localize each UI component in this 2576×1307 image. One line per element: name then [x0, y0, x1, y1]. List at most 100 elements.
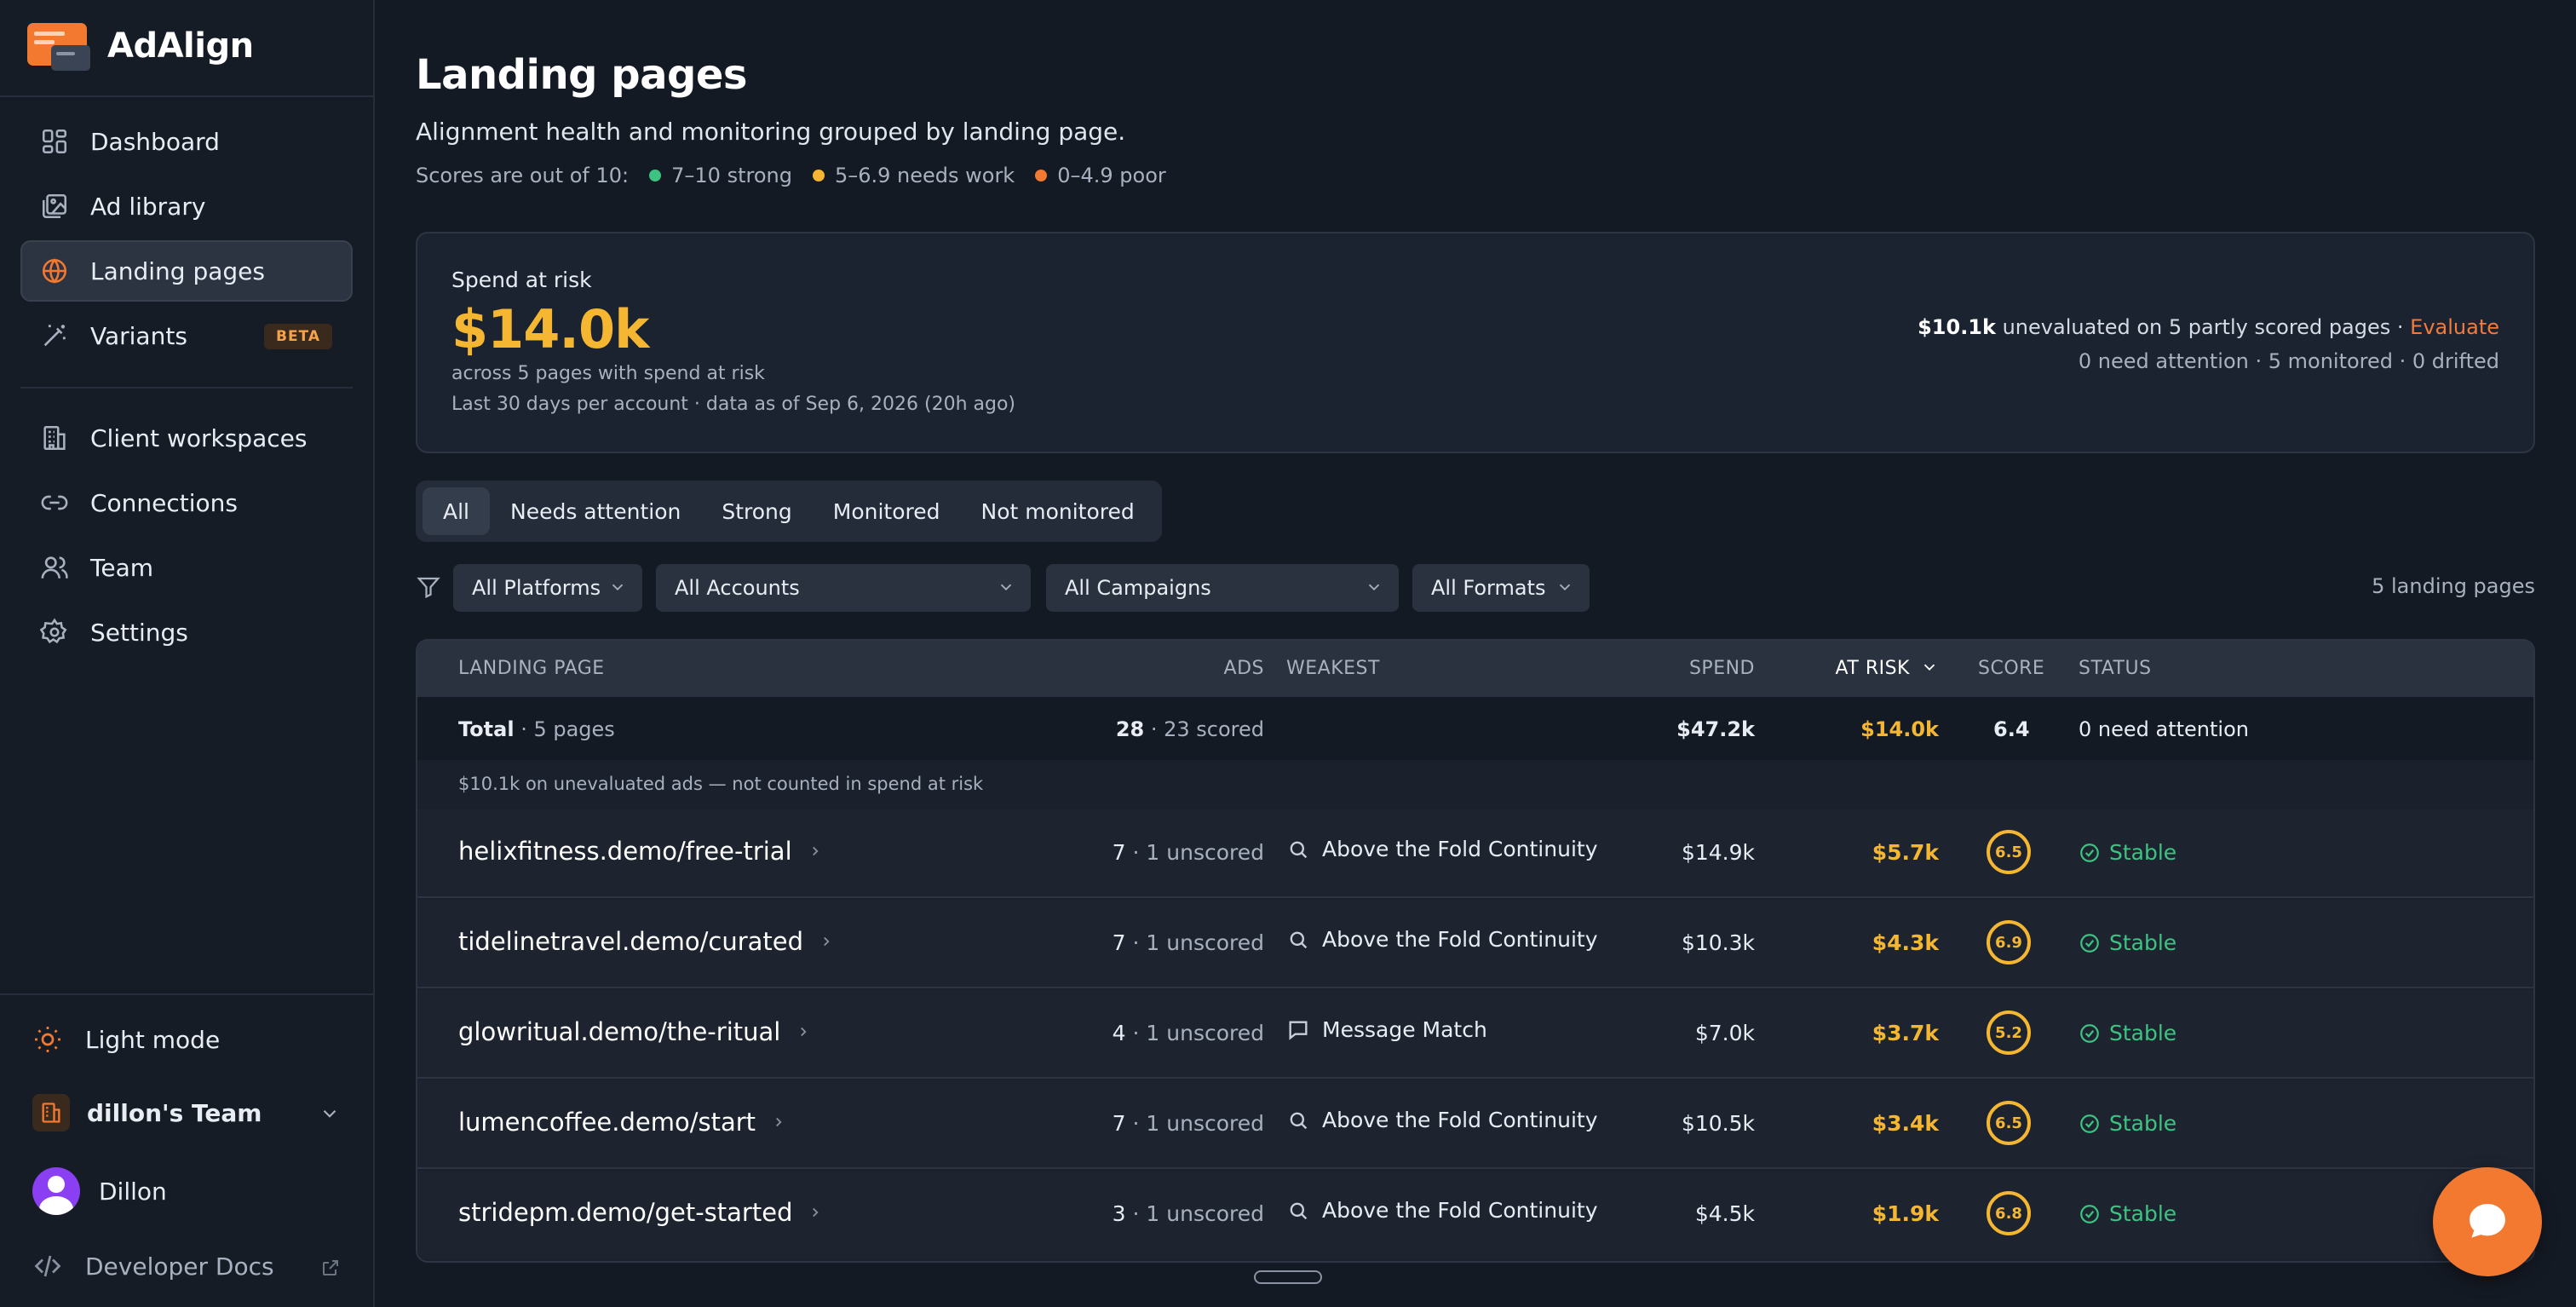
accounts-select[interactable]: All Accounts	[656, 564, 1031, 612]
message-icon	[1289, 1021, 1308, 1040]
poor-dot-icon	[1035, 170, 1048, 181]
table-header: LANDING PAGE ADS WEAKEST SPEND AT RISK S…	[417, 641, 2533, 699]
chevron-right-icon	[812, 846, 819, 856]
unevaluated-note-row: $10.1k on unevaluated ads — not counted …	[417, 760, 2533, 811]
team-name: dillon's Team	[87, 1098, 262, 1127]
formats-value: All Formats	[1431, 576, 1546, 600]
table-row[interactable]: stridepm.demo/get-started 3 · 1 unscored…	[417, 1171, 2533, 1259]
ads-count: 4 · 1 unscored	[1113, 1021, 1264, 1045]
chevron-right-icon	[824, 936, 830, 947]
spend-at-risk-card: Spend at risk $14.0k across 5 pages with…	[416, 232, 2535, 453]
secondary-nav: Client workspaces Connections Team Setti…	[20, 407, 353, 666]
landing-page-url[interactable]: helixfitness.demo/free-trial	[458, 837, 823, 866]
weakest-dimension: Above the Fold Continuity	[1286, 1108, 1598, 1132]
globe-icon	[39, 256, 70, 286]
nav-label: Settings	[90, 618, 188, 647]
nav-item-dashboard[interactable]: Dashboard	[20, 111, 353, 172]
building-icon	[39, 423, 70, 453]
unscored-value: · 1 unscored	[1125, 1201, 1265, 1226]
table-row[interactable]: tidelinetravel.demo/curated 7 · 1 unscor…	[417, 900, 2533, 988]
landing-page-url[interactable]: lumencoffee.demo/start	[458, 1108, 786, 1137]
platforms-value: All Platforms	[472, 576, 601, 600]
chevron-down-icon	[1365, 578, 1383, 596]
tab-all[interactable]: All	[423, 487, 490, 535]
chat-button[interactable]	[2433, 1167, 2542, 1276]
formats-select[interactable]: All Formats	[1412, 564, 1590, 612]
ads-value: 7	[1112, 930, 1126, 955]
nav-item-client-workspaces[interactable]: Client workspaces	[20, 407, 353, 469]
nav-label: Variants	[90, 321, 187, 350]
spend-value: $10.5k	[1681, 1111, 1755, 1136]
app-name: AdAlign	[107, 26, 254, 66]
nav-label: Team	[90, 553, 154, 582]
nav-item-connections[interactable]: Connections	[20, 472, 353, 533]
table-row[interactable]: lumencoffee.demo/start 7 · 1 unscored Ab…	[417, 1080, 2533, 1169]
sidebar-footer: Light mode dillon's Team Dillon Develope…	[20, 1009, 353, 1297]
check-circle-icon	[2080, 843, 2099, 862]
developer-docs-link[interactable]: Developer Docs	[20, 1235, 353, 1297]
ads-count: 7 · 1 unscored	[1113, 840, 1264, 865]
needs-work-dot-icon	[812, 170, 825, 181]
weakest-label: Above the Fold Continuity	[1322, 837, 1598, 861]
weakest-label: Above the Fold Continuity	[1322, 927, 1598, 952]
main-content: Landing pages Alignment health and monit…	[416, 0, 2535, 1307]
total-row: Total · 5 pages 28 · 23 scored $47.2k $1…	[417, 697, 2533, 762]
nav-item-team[interactable]: Team	[20, 537, 353, 598]
status-badge: Stable	[2079, 1021, 2176, 1045]
nav-item-variants[interactable]: Variants BETA	[20, 305, 353, 366]
landing-page-url[interactable]: tidelinetravel.demo/curated	[458, 927, 834, 956]
tab-monitored[interactable]: Monitored	[813, 487, 961, 535]
status-label: Stable	[2109, 930, 2177, 955]
col-at-risk[interactable]: AT RISK	[1836, 658, 1939, 679]
team-switcher[interactable]: dillon's Team	[20, 1082, 353, 1143]
filter-icon	[416, 574, 441, 600]
nav-item-settings[interactable]: Settings	[20, 602, 353, 663]
tab-strong[interactable]: Strong	[701, 487, 812, 535]
light-mode-toggle[interactable]: Light mode	[20, 1009, 353, 1070]
nav-item-landing-pages[interactable]: Landing pages	[20, 240, 353, 302]
tab-not-monitored[interactable]: Not monitored	[961, 487, 1155, 535]
col-spend[interactable]: SPEND	[1689, 658, 1755, 679]
at-risk-value: $4.3k	[1872, 930, 1939, 955]
landing-page-url[interactable]: stridepm.demo/get-started	[458, 1198, 823, 1227]
col-status[interactable]: STATUS	[2079, 658, 2152, 679]
weakest-dimension: Above the Fold Continuity	[1286, 1198, 1598, 1223]
landing-pages-table: LANDING PAGE ADS WEAKEST SPEND AT RISK S…	[416, 639, 2535, 1263]
platforms-select[interactable]: All Platforms	[453, 564, 642, 612]
chat-bubble-icon	[2470, 1204, 2505, 1238]
risk-data-freshness: Last 30 days per account · data as of Se…	[451, 394, 1015, 415]
search-icon	[1290, 1202, 1308, 1219]
beta-badge: BETA	[263, 324, 332, 349]
nav-label: Dashboard	[90, 127, 220, 156]
weakest-dimension: Above the Fold Continuity	[1286, 837, 1598, 861]
table-row[interactable]: glowritual.demo/the-ritual 4 · 1 unscore…	[417, 990, 2533, 1079]
total-label: Total	[458, 717, 515, 741]
status-label: Stable	[2109, 1021, 2177, 1045]
user-profile[interactable]: Dillon	[20, 1160, 353, 1222]
campaigns-select[interactable]: All Campaigns	[1046, 564, 1399, 612]
score-badge: 6.5	[1987, 1101, 2031, 1145]
col-landing-page[interactable]: LANDING PAGE	[458, 658, 605, 679]
divider	[20, 387, 353, 389]
divider	[0, 993, 373, 995]
scroll-handle[interactable]	[1254, 1270, 1322, 1284]
ads-value: 7	[1112, 840, 1126, 865]
col-weakest[interactable]: WEAKEST	[1286, 658, 1380, 679]
col-score[interactable]: SCORE	[1978, 658, 2044, 679]
tab-needs-attention[interactable]: Needs attention	[490, 487, 701, 535]
check-circle-icon	[2080, 1204, 2099, 1224]
spend-value: $14.9k	[1681, 840, 1755, 865]
unscored-value: · 1 unscored	[1125, 1111, 1265, 1136]
landing-page-url[interactable]: glowritual.demo/the-ritual	[458, 1017, 811, 1046]
legend-needs-work: 5–6.9 needs work	[834, 164, 1015, 187]
url-text: glowritual.demo/the-ritual	[458, 1017, 781, 1046]
total-score: 6.4	[1993, 717, 2030, 741]
total-scored: · 23 scored	[1144, 717, 1264, 741]
evaluate-link[interactable]: Evaluate	[2410, 315, 2499, 339]
weakest-label: Above the Fold Continuity	[1322, 1108, 1598, 1132]
app-logo[interactable]: AdAlign	[26, 20, 254, 72]
table-row[interactable]: helixfitness.demo/free-trial 7 · 1 unsco…	[417, 809, 2533, 898]
nav-item-ad-library[interactable]: Ad library	[20, 176, 353, 237]
status-badge: Stable	[2079, 1201, 2176, 1226]
col-ads[interactable]: ADS	[1224, 658, 1264, 679]
